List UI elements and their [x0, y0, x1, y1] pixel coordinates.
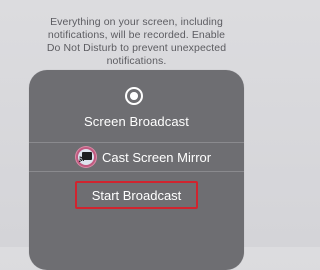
recording-notice: Everything on your screen, including not…	[46, 16, 227, 67]
screen-mirror-icon	[76, 147, 96, 167]
mirror-option-label: Cast Screen Mirror	[102, 150, 212, 165]
broadcast-sheet: Screen Broadcast Cast Screen Mirror Star…	[29, 70, 244, 270]
record-icon-dot	[130, 92, 138, 100]
record-icon	[125, 87, 143, 105]
cast-icon	[79, 152, 92, 162]
cast-screen-mirror-option[interactable]: Cast Screen Mirror	[29, 143, 244, 171]
sheet-title: Screen Broadcast	[84, 114, 189, 129]
divider	[29, 171, 244, 172]
start-broadcast-button[interactable]: Start Broadcast	[75, 181, 198, 209]
